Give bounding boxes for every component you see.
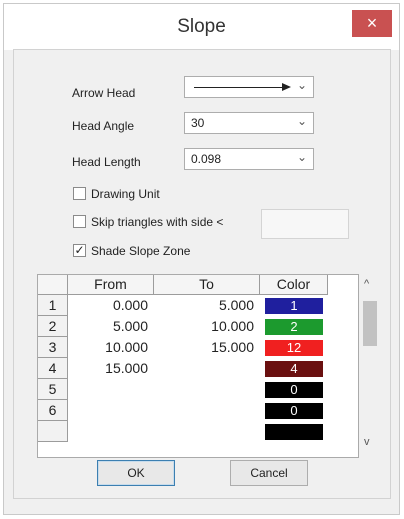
head-angle-value: 30 bbox=[191, 116, 205, 130]
title-bar[interactable]: Slope × bbox=[4, 4, 399, 50]
cancel-button[interactable]: Cancel bbox=[230, 460, 308, 486]
column-header-to[interactable]: To bbox=[154, 275, 260, 295]
to-cell[interactable]: 10.000 bbox=[154, 316, 260, 337]
head-angle-label: Head Angle bbox=[72, 119, 135, 133]
to-cell[interactable]: 15.000 bbox=[154, 337, 260, 358]
table-scrollbar[interactable]: ^ v bbox=[359, 274, 381, 456]
ok-button[interactable]: OK bbox=[97, 460, 175, 486]
to-cell[interactable] bbox=[154, 400, 260, 421]
skip-triangles-checkbox[interactable] bbox=[73, 215, 86, 228]
to-cell[interactable] bbox=[154, 379, 260, 400]
chevron-down-icon: ⌄ bbox=[296, 78, 307, 92]
close-icon: × bbox=[366, 13, 378, 33]
color-swatch[interactable]: 2 bbox=[265, 319, 323, 335]
color-swatch[interactable]: 0 bbox=[265, 382, 323, 398]
from-cell[interactable] bbox=[68, 379, 154, 400]
drawing-unit-label: Drawing Unit bbox=[91, 187, 160, 201]
slope-dialog: Slope × Arrow Head ⌄ Head Angle 30 ⌄ Hea… bbox=[3, 3, 400, 515]
head-length-value: 0.098 bbox=[191, 152, 222, 166]
shade-slope-label: Shade Slope Zone bbox=[91, 244, 191, 258]
skip-triangles-label: Skip triangles with side < bbox=[91, 215, 224, 229]
row-number[interactable]: 2 bbox=[38, 316, 68, 337]
color-swatch[interactable]: 0 bbox=[265, 403, 323, 419]
close-button[interactable]: × bbox=[352, 10, 392, 37]
head-length-label: Head Length bbox=[72, 155, 141, 169]
skip-triangles-input[interactable] bbox=[261, 209, 349, 239]
color-swatch[interactable]: 4 bbox=[265, 361, 323, 377]
color-swatch[interactable]: 12 bbox=[265, 340, 323, 356]
row-number[interactable]: 5 bbox=[38, 379, 68, 400]
slope-table: From To Color 1 0.000 5.000 1 2 5.000 10… bbox=[37, 274, 359, 458]
row-number[interactable]: 3 bbox=[38, 337, 68, 358]
arrow-head-select[interactable]: ⌄ bbox=[184, 76, 314, 98]
arrow-head-preview bbox=[282, 83, 291, 91]
shade-slope-checkbox[interactable]: ✓ bbox=[73, 244, 86, 257]
from-cell[interactable] bbox=[68, 400, 154, 421]
head-angle-select[interactable]: 30 ⌄ bbox=[184, 112, 314, 134]
arrow-head-label: Arrow Head bbox=[72, 86, 136, 100]
chevron-down-icon[interactable]: v bbox=[364, 436, 370, 448]
row-number[interactable]: 6 bbox=[38, 400, 68, 421]
color-swatch[interactable] bbox=[265, 424, 323, 440]
chevron-up-icon[interactable]: ^ bbox=[364, 278, 369, 290]
to-cell[interactable]: 5.000 bbox=[154, 295, 260, 316]
column-header-from[interactable]: From bbox=[68, 275, 154, 295]
from-cell[interactable]: 0.000 bbox=[68, 295, 154, 316]
table-corner bbox=[38, 275, 68, 295]
column-header-color[interactable]: Color bbox=[260, 275, 328, 295]
from-cell[interactable]: 5.000 bbox=[68, 316, 154, 337]
from-cell[interactable]: 15.000 bbox=[68, 358, 154, 379]
scrollbar-thumb[interactable] bbox=[363, 301, 377, 346]
row-number[interactable]: 1 bbox=[38, 295, 68, 316]
arrow-style-preview bbox=[194, 87, 284, 88]
row-number[interactable] bbox=[38, 421, 68, 442]
color-swatch[interactable]: 1 bbox=[265, 298, 323, 314]
to-cell[interactable] bbox=[154, 358, 260, 379]
checkmark-icon: ✓ bbox=[74, 243, 85, 257]
head-length-select[interactable]: 0.098 ⌄ bbox=[184, 148, 314, 170]
chevron-down-icon: ⌄ bbox=[296, 150, 307, 164]
chevron-down-icon: ⌄ bbox=[296, 114, 307, 128]
from-cell[interactable]: 10.000 bbox=[68, 337, 154, 358]
dialog-title: Slope bbox=[177, 16, 226, 37]
drawing-unit-checkbox[interactable] bbox=[73, 187, 86, 200]
row-number[interactable]: 4 bbox=[38, 358, 68, 379]
